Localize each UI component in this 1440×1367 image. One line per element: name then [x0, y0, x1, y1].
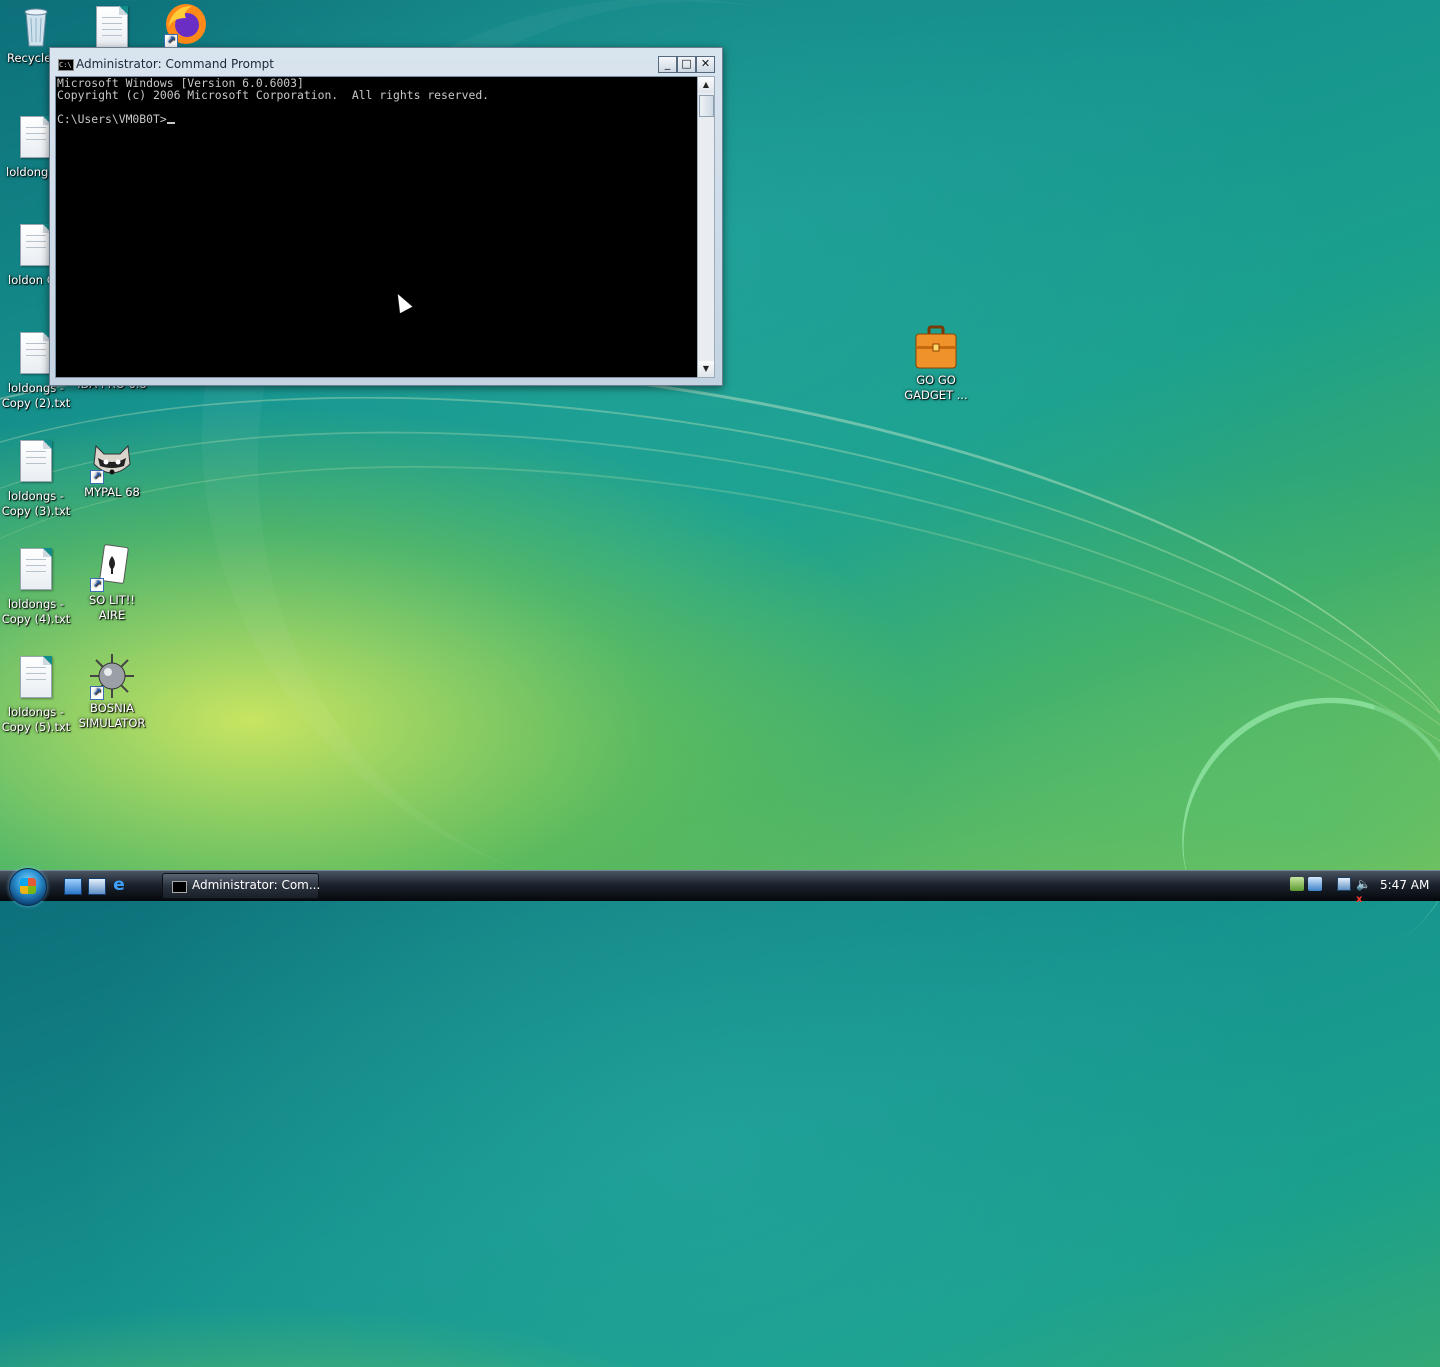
scroll-up-button[interactable]: ▲ [698, 77, 714, 93]
text-cursor [166, 122, 175, 124]
volume-muted-icon[interactable]: 🔈x [1356, 877, 1371, 905]
desktop-icon-label: loldon Copy. [8, 273, 78, 287]
system-clock[interactable]: 5:47 AM [1380, 878, 1429, 892]
mine-icon: ↗ [88, 652, 136, 700]
show-desktop-icon[interactable] [64, 878, 82, 895]
desktop-icon-label: loldongs - Copy (4).txt [1, 597, 71, 626]
raccoon-icon: ↗ [88, 436, 136, 484]
desktop-icon-loldongs-copy-3[interactable]: loldongs - Copy (3).txt [0, 436, 72, 519]
command-prompt-icon: C:\ [58, 59, 74, 71]
taskbar: e Administrator: Com... 🔈x 5:47 AM [0, 868, 1440, 906]
desktop-icon-bosnia-simulator[interactable]: ↗ BOSNIA SIMULATOR [76, 652, 148, 731]
desktop-icon-label: loldongs - Copy (5).txt [1, 705, 71, 734]
desktop-icon-label: MYPAL 68 [84, 485, 140, 499]
shortcut-arrow-icon: ↗ [90, 470, 104, 484]
tray-app-icon[interactable] [1290, 877, 1304, 891]
close-button[interactable]: ✕ [696, 56, 715, 73]
network-icon[interactable] [1337, 877, 1351, 891]
console-line: Copyright (c) 2006 Microsoft Corporation… [57, 88, 490, 102]
tray-app-icon[interactable] [1308, 877, 1322, 891]
text-file-icon [12, 440, 60, 488]
switch-windows-icon[interactable] [88, 878, 106, 895]
desktop-icon-go-go-gadget[interactable]: GO GO GADGET ... [900, 324, 972, 403]
desktop-icon-firefox[interactable]: ↗ [150, 0, 222, 49]
console-output-area[interactable]: Microsoft Windows [Version 6.0.6003] Cop… [55, 76, 698, 378]
internet-explorer-icon[interactable]: e [111, 877, 127, 894]
taskbar-button-label: Administrator: Com... [192, 878, 321, 892]
shortcut-arrow-icon: ↗ [90, 578, 104, 592]
briefcase-icon [912, 324, 960, 372]
desktop-icon-loldongs-copy-4[interactable]: loldongs - Copy (4).txt [0, 544, 72, 627]
desktop-icon-loldongs-copy-5[interactable]: loldongs - Copy (5).txt [0, 652, 72, 735]
desktop-icon-label: loldongs - Copy (3).txt [1, 489, 71, 518]
maximize-button[interactable]: □ [677, 56, 696, 73]
desktop-icon-label: GO GO GADGET ... [904, 373, 968, 402]
text-file-icon [12, 548, 60, 596]
window-title: Administrator: Command Prompt [76, 57, 274, 71]
command-prompt-icon [172, 881, 187, 893]
minimize-button[interactable]: _ [658, 56, 677, 73]
shortcut-arrow-icon: ↗ [164, 34, 178, 48]
desktop-icon-mypal[interactable]: ↗ MYPAL 68 [76, 436, 148, 500]
command-prompt-window[interactable]: C:\ Administrator: Command Prompt _ □ ✕ … [49, 47, 723, 386]
start-button[interactable] [9, 868, 47, 906]
firefox-icon: ↗ [162, 0, 210, 48]
playing-card-icon: ↗ [88, 544, 136, 592]
text-file-icon [12, 656, 60, 704]
desktop-icon-label: SO LIT!! AIRE [88, 593, 136, 622]
shortcut-arrow-icon: ↗ [90, 686, 104, 700]
scroll-thumb[interactable] [699, 95, 714, 117]
taskbar-button-command-prompt[interactable]: Administrator: Com... [162, 873, 321, 899]
desktop-icon-solitaire[interactable]: ↗ SO LIT!! AIRE [76, 544, 148, 623]
desktop-icon-label: BOSNIA SIMULATOR [78, 701, 146, 730]
console-prompt: C:\Users\VM0B0T> [57, 112, 167, 126]
vertical-scrollbar[interactable]: ▲ ▼ [697, 76, 715, 378]
scroll-down-button[interactable]: ▼ [698, 361, 714, 377]
recycle-bin-icon [12, 2, 60, 50]
window-titlebar[interactable]: C:\ Administrator: Command Prompt _ □ ✕ [50, 48, 722, 77]
console-text: Microsoft Windows [Version 6.0.6003] Cop… [57, 77, 489, 125]
